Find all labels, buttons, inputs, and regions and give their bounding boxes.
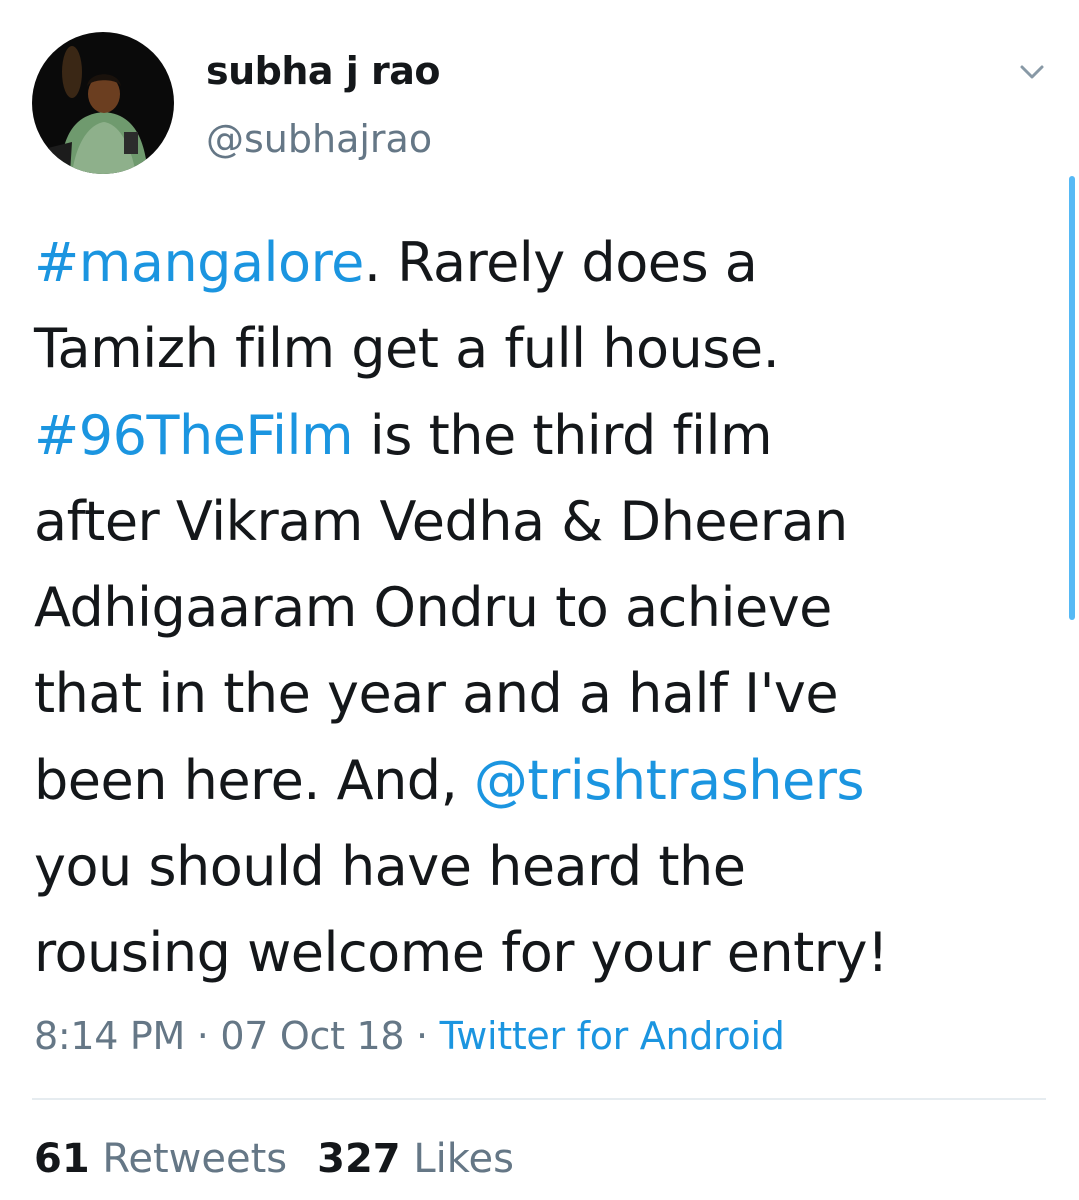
author-handle[interactable]: @subhajrao [206, 116, 432, 162]
tweet-text-segment: is the third film [353, 403, 773, 467]
likes-count: 327 [317, 1136, 401, 1182]
retweets-stat[interactable]: 61 Retweets [34, 1136, 287, 1182]
retweets-label: Retweets [102, 1136, 288, 1182]
hashtag-link[interactable]: #mangalore [34, 231, 364, 294]
tweet-stats: 61 Retweets 327 Likes [34, 1134, 514, 1184]
mention-link[interactable]: @trishtrashers [474, 749, 865, 812]
tweet-text-segment: that in the year and a half I've [34, 662, 839, 726]
scrollbar[interactable] [1069, 176, 1075, 620]
tweet-line: Tamizh film get a full house. [34, 306, 1044, 392]
author-display-name[interactable]: subha j rao [206, 48, 441, 94]
tweet-source-link[interactable]: Twitter for Android [440, 1014, 785, 1058]
tweet-text-segment: you should have heard the [34, 835, 746, 899]
tweet-text-segment: after Vikram Vedha & Dheeran [34, 489, 848, 553]
tweet-time[interactable]: 8:14 PM [34, 1014, 185, 1058]
tweet-line: you should have heard the [34, 824, 1044, 910]
tweet-text: #mangalore. Rarely does a Tamizh film get… [34, 220, 1044, 997]
tweet-line: after Vikram Vedha & Dheeran [34, 479, 1044, 565]
meta-separator: · [404, 1014, 440, 1058]
user-avatar-photo [32, 32, 174, 174]
tweet-text-segment: rousing welcome for your entry! [34, 921, 889, 985]
likes-stat[interactable]: 327 Likes [317, 1136, 514, 1182]
meta-separator: · [185, 1014, 221, 1058]
tweet-date[interactable]: 07 Oct 18 [220, 1014, 404, 1058]
tweet-text-segment: been here. And, [34, 748, 474, 812]
avatar[interactable] [32, 32, 174, 174]
tweet-menu-button[interactable] [1012, 52, 1052, 92]
hashtag-link[interactable]: #96TheFilm [34, 404, 354, 467]
chevron-down-icon [1020, 65, 1044, 79]
likes-label: Likes [413, 1136, 514, 1182]
tweet-line: #96TheFilm is the third film [34, 393, 1044, 479]
tweet-meta: 8:14 PM · 07 Oct 18 · Twitter for Androi… [34, 1012, 785, 1060]
tweet-line: rousing welcome for your entry! [34, 910, 1044, 996]
tweet-text-segment: Tamizh film get a full house. [34, 317, 780, 381]
divider [32, 1098, 1046, 1100]
tweet-line: Adhigaaram Ondru to achieve [34, 565, 1044, 651]
tweet-text-segment: Adhigaaram Ondru to achieve [34, 576, 832, 640]
tweet-line: #mangalore. Rarely does a [34, 220, 1044, 306]
tweet-text-segment: . Rarely does a [363, 231, 758, 294]
retweets-count: 61 [34, 1136, 90, 1182]
tweet-line: been here. And, @trishtrashers [34, 738, 1044, 824]
tweet-line: that in the year and a half I've [34, 651, 1044, 737]
